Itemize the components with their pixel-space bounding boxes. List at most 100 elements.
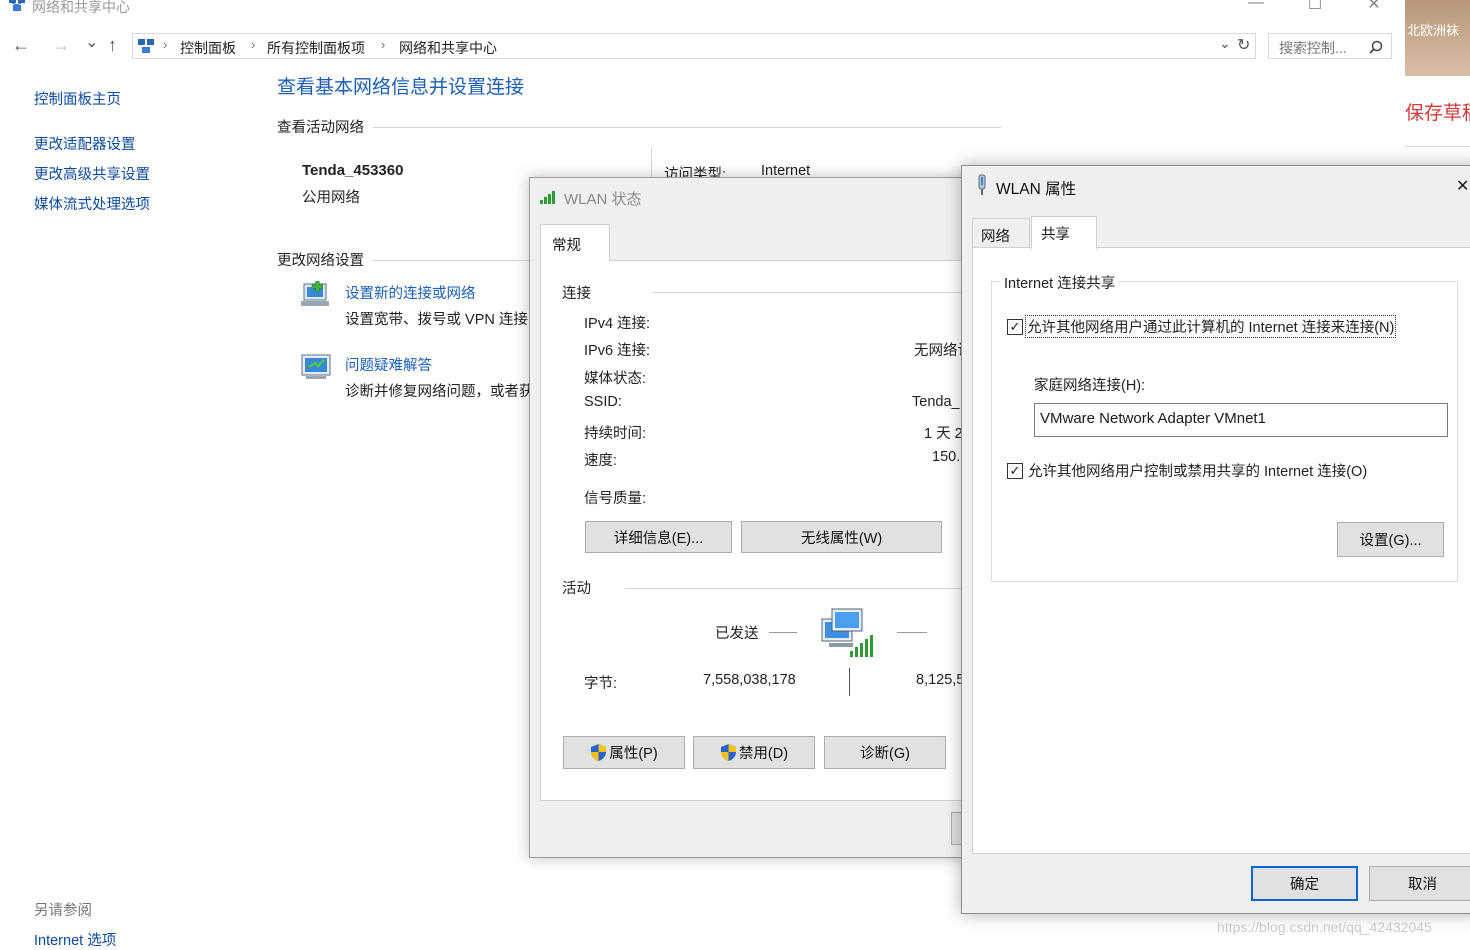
troubleshoot-icon [301,354,331,379]
checkmark-icon: ✓ [1009,319,1021,334]
home-network-value: VMware Network Adapter VMnet1 [1040,410,1266,427]
up-button[interactable]: ↑ [108,35,117,55]
diagnose-button-label: 诊断(G) [860,746,910,762]
page-title: 查看基本网络信息并设置连接 [277,77,525,98]
wlan-status-dialog: WLAN 状态 常规 连接 IPv4 连接: IPv6 连接: 无网络访 媒体状… [529,177,983,858]
tab-sharing-label: 共享 [1041,227,1070,243]
close-button[interactable]: ✕ [1364,0,1384,14]
wlan-properties-dialog: WLAN 属性 ✕ 网络 共享 Internet 连接共享 ✓ 允许其他网络用户… [961,165,1470,914]
tab-general[interactable]: 常规 [540,224,610,261]
connection-section-title: 连接 [562,286,591,302]
disable-button-label: 禁用(D) [738,746,789,762]
ssid-value: Tenda_ [912,394,960,410]
settings-button[interactable]: 设置(G)... [1337,522,1444,557]
divider [653,292,983,293]
divider [373,260,533,261]
sidebar-item-home[interactable]: 控制面板主页 [34,88,121,109]
window-title: 网络和共享中心 [32,0,130,15]
divider [373,127,1001,128]
details-button[interactable]: 详细信息(E)... [585,521,732,553]
speed-label: 速度: [584,453,618,469]
allow-control-checkbox[interactable]: ✓ [1007,463,1023,479]
home-network-label: 家庭网络连接(H): [1034,378,1146,394]
details-button-label: 详细信息(E)... [613,530,704,547]
divider [651,147,652,179]
cancel-button-label: 取消 [1408,877,1437,893]
wireless-properties-label: 无线属性(W) [800,530,883,547]
sent-line [769,632,797,633]
sidebar-item-media-streaming[interactable]: 媒体流式处理选项 [34,193,150,214]
tab-general-label: 常规 [552,238,581,254]
background-banner-text: 北欧洲袜 [1407,23,1460,38]
dialog-title: WLAN 状态 [564,191,642,208]
properties-button[interactable]: 属性(P) [563,736,685,769]
properties-button-label: 属性(P) [609,746,658,762]
close-button[interactable]: ✕ [1456,176,1469,196]
wireless-properties-button[interactable]: 无线属性(W) [741,521,942,553]
allow-connect-label[interactable]: 允许其他网络用户通过此计算机的 Internet 连接来连接(N) [1024,315,1397,338]
ipv6-label: IPv6 连接: [584,343,651,359]
network-name: Tenda_453360 [302,162,404,179]
network-type-link[interactable]: 公用网络 [302,186,360,207]
breadcrumb-control-panel[interactable]: 控制面板 [180,38,236,58]
search-placeholder: 搜索控制... [1279,40,1347,56]
speed-value: 150. [932,449,961,465]
settings-button-label: 设置(G)... [1359,533,1422,549]
search-icon [1369,40,1383,54]
breadcrumb-network-center[interactable]: 网络和共享中心 [399,38,497,58]
address-bar[interactable]: › 控制面板 › 所有控制面板项 › 网络和共享中心 ⌄ ↻ [132,33,1256,59]
disable-button[interactable]: 禁用(D) [693,736,815,769]
forward-button[interactable]: → [52,35,70,55]
ipv4-label: IPv4 连接: [584,316,651,332]
breadcrumb-separator: › [381,37,386,52]
task-troubleshoot-link[interactable]: 问题疑难解答 [345,354,432,375]
ics-group-title: Internet 连接共享 [1001,272,1119,293]
tab-sharing[interactable]: 共享 [1031,216,1097,249]
sidebar-item-adapter-settings[interactable]: 更改适配器设置 [34,133,136,154]
network-adapter-icon [978,174,986,195]
checkmark-icon: ✓ [1009,463,1021,478]
allow-connect-checkbox[interactable]: ✓ [1007,319,1023,335]
bytes-received-value: 8,125,5 [916,672,965,688]
duration-value: 1 天 2 [924,426,963,442]
diagnose-button[interactable]: 诊断(G) [824,736,946,769]
tab-network-label: 网络 [981,229,1010,245]
divider [1405,146,1470,147]
maximize-button[interactable]: ☐ [1305,0,1325,14]
bytes-sent-value: 7,558,038,178 [703,672,796,688]
breadcrumb-all-items[interactable]: 所有控制面板项 [267,38,365,58]
see-also-title: 另请参阅 [34,903,92,919]
address-row: ← → ⌄ ↑ › 控制面板 › 所有控制面板项 › 网络和共享中心 ⌄ ↻ 搜… [0,31,1405,61]
breadcrumb-separator: › [163,37,168,52]
allow-control-label[interactable]: 允许其他网络用户控制或禁用共享的 Internet 连接(O) [1028,460,1367,481]
bytes-label: 字节: [584,676,618,692]
background-banner: 北欧洲袜 [1405,0,1470,76]
save-draft-button[interactable]: 保存草稿 [1405,98,1470,125]
general-panel: 连接 IPv4 连接: IPv6 连接: 无网络访 媒体状态: SSID: Te… [540,260,983,801]
search-input[interactable]: 搜索控制... [1268,33,1392,59]
back-button[interactable]: ← [12,35,30,55]
breadcrumb-separator: › [251,37,256,52]
signal-bars-icon [540,191,555,204]
refresh-button[interactable]: ↻ [1237,35,1250,55]
tab-network[interactable]: 网络 [972,218,1030,248]
cancel-button[interactable]: 取消 [1369,866,1470,901]
home-network-select[interactable]: VMware Network Adapter VMnet1 [1034,403,1448,437]
uac-shield-icon [720,744,736,761]
network-center-icon [9,0,25,11]
sidebar-item-advanced-sharing[interactable]: 更改高级共享设置 [34,163,150,184]
ok-button[interactable]: 确定 [1251,866,1358,901]
task-new-connection-desc: 设置宽带、拨号或 VPN 连接 [345,312,528,328]
recent-locations-button[interactable]: ⌄ [85,33,98,53]
control-panel-icon [138,39,154,53]
task-new-connection-link[interactable]: 设置新的连接或网络 [345,282,476,303]
bytes-divider [849,668,850,696]
media-state-label: 媒体状态: [584,371,647,387]
ok-button-label: 确定 [1290,877,1319,893]
active-networks-title: 查看活动网络 [277,120,364,136]
minimize-button[interactable]: — [1246,0,1266,14]
divider [625,588,983,589]
address-dropdown-icon[interactable]: ⌄ [1219,35,1231,52]
ssid-label: SSID: [584,394,622,410]
task-troubleshoot-desc: 诊断并修复网络问题，或者获 [345,384,534,400]
